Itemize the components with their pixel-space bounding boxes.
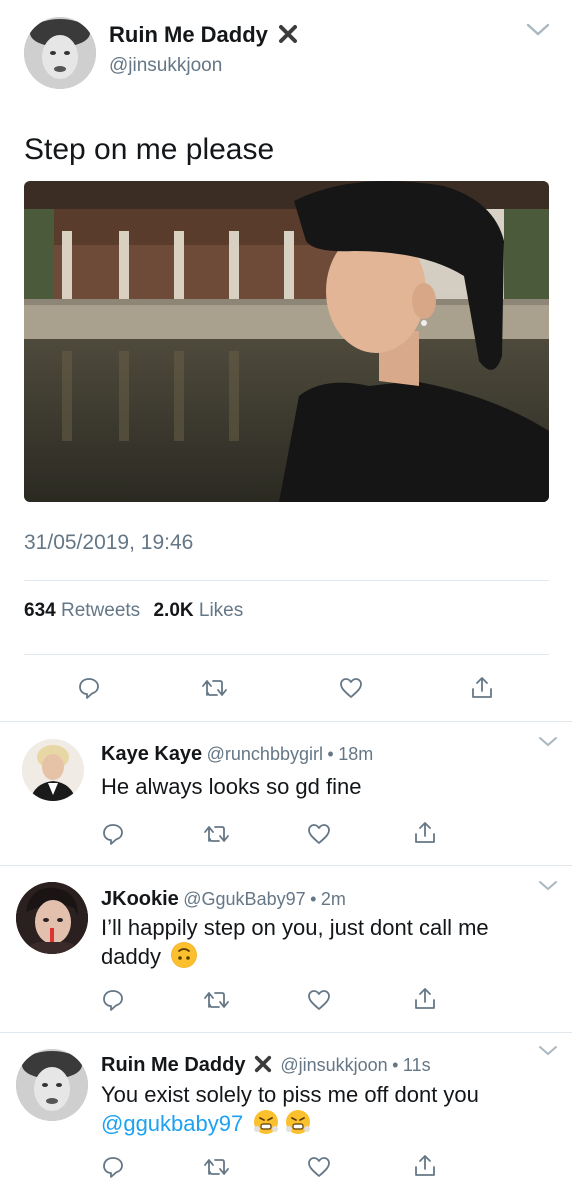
retweet-icon[interactable] xyxy=(203,1156,231,1178)
reply-text-line-2: daddy xyxy=(101,942,541,971)
share-icon[interactable] xyxy=(413,986,437,1012)
tweet-text: Step on me please xyxy=(24,133,275,166)
reply-display-name[interactable]: JKookie xyxy=(101,888,179,910)
cross-mark-icon xyxy=(254,1055,272,1073)
author-handle[interactable]: @jinsukkjoon xyxy=(109,55,222,77)
separator-dot: • xyxy=(310,889,317,909)
reply-avatar[interactable] xyxy=(16,882,88,954)
reply-text-line: daddy xyxy=(101,944,161,969)
reply-handle[interactable]: @runchbbygirl xyxy=(207,744,323,764)
reply-handle[interactable]: @GgukBaby97 xyxy=(183,889,305,909)
share-icon[interactable] xyxy=(470,675,494,701)
reply-avatar[interactable] xyxy=(16,1049,88,1121)
reply-time[interactable]: 18m xyxy=(338,744,373,764)
likes-label[interactable]: Likes xyxy=(199,600,243,621)
author-avatar[interactable] xyxy=(24,17,96,89)
separator-dot: • xyxy=(327,744,334,764)
reply-actions xyxy=(0,1153,572,1183)
reply-handle[interactable]: @jinsukkjoon xyxy=(280,1055,387,1075)
chevron-down-icon[interactable] xyxy=(538,880,558,892)
chevron-down-icon[interactable] xyxy=(538,736,558,748)
author-display-name[interactable]: Ruin Me Daddy xyxy=(109,22,268,47)
reply-actions xyxy=(0,986,572,1016)
reply-tweet[interactable]: JKookie @GgukBaby97 • 2m I’ll happily st… xyxy=(0,866,572,1032)
share-icon[interactable] xyxy=(413,1153,437,1179)
face-with-steam-from-nose-icon xyxy=(285,1109,311,1135)
reply-icon[interactable] xyxy=(101,822,125,846)
reply-text: You exist solely to piss me off dont you… xyxy=(101,1080,541,1138)
chevron-down-icon[interactable] xyxy=(538,1045,558,1057)
tweet-stats: 634 Retweets 2.0K Likes xyxy=(24,600,243,622)
reply-icon[interactable] xyxy=(101,988,125,1012)
tweet-timestamp[interactable]: 31/05/2019, 19:46 xyxy=(24,531,193,555)
face-with-steam-from-nose-icon xyxy=(253,1109,279,1135)
reply-tweet[interactable]: Kaye Kaye @runchbbygirl • 18m He always … xyxy=(0,722,572,865)
cross-mark-icon xyxy=(278,24,298,44)
heart-icon[interactable] xyxy=(339,677,363,699)
divider xyxy=(24,654,549,655)
reply-display-name[interactable]: Kaye Kaye xyxy=(101,743,202,765)
reply-text: He always looks so gd fine xyxy=(101,774,362,799)
retweet-icon[interactable] xyxy=(203,823,231,845)
retweets-label[interactable]: Retweets xyxy=(61,600,140,621)
retweet-icon[interactable] xyxy=(201,677,229,699)
upside-down-face-icon xyxy=(171,942,198,968)
reply-icon[interactable] xyxy=(101,1155,125,1179)
reply-time[interactable]: 2m xyxy=(321,889,346,909)
retweet-icon[interactable] xyxy=(203,989,231,1011)
reply-tweet[interactable]: Ruin Me Daddy @jinsukkjoon • 11s You exi… xyxy=(0,1033,572,1200)
heart-icon[interactable] xyxy=(307,989,331,1011)
reply-text: I’ll happily step on you, just dont call… xyxy=(101,913,541,971)
reply-actions xyxy=(0,820,572,850)
reply-icon[interactable] xyxy=(77,676,101,700)
divider xyxy=(24,580,549,581)
heart-icon[interactable] xyxy=(307,1156,331,1178)
reply-text-line: You exist solely to piss me off dont you xyxy=(101,1082,479,1107)
chevron-down-icon[interactable] xyxy=(526,22,550,38)
author-name-row[interactable]: Ruin Me Daddy xyxy=(109,22,298,48)
reply-display-name[interactable]: Ruin Me Daddy xyxy=(101,1054,245,1076)
share-icon[interactable] xyxy=(413,820,437,846)
tweet-photo[interactable] xyxy=(24,181,549,502)
reply-time[interactable]: 11s xyxy=(403,1055,431,1075)
heart-icon[interactable] xyxy=(307,823,331,845)
reply-text-line-2: @ggukbaby97 xyxy=(101,1109,541,1138)
mention-link[interactable]: @ggukbaby97 xyxy=(101,1111,243,1136)
retweets-count[interactable]: 634 xyxy=(24,600,56,621)
likes-count[interactable]: 2.0K xyxy=(153,600,193,621)
separator-dot: • xyxy=(392,1055,399,1075)
reply-avatar[interactable] xyxy=(22,739,84,801)
reply-text-line: I’ll happily step on you, just dont call… xyxy=(101,915,489,940)
tweet-actions xyxy=(0,672,572,706)
